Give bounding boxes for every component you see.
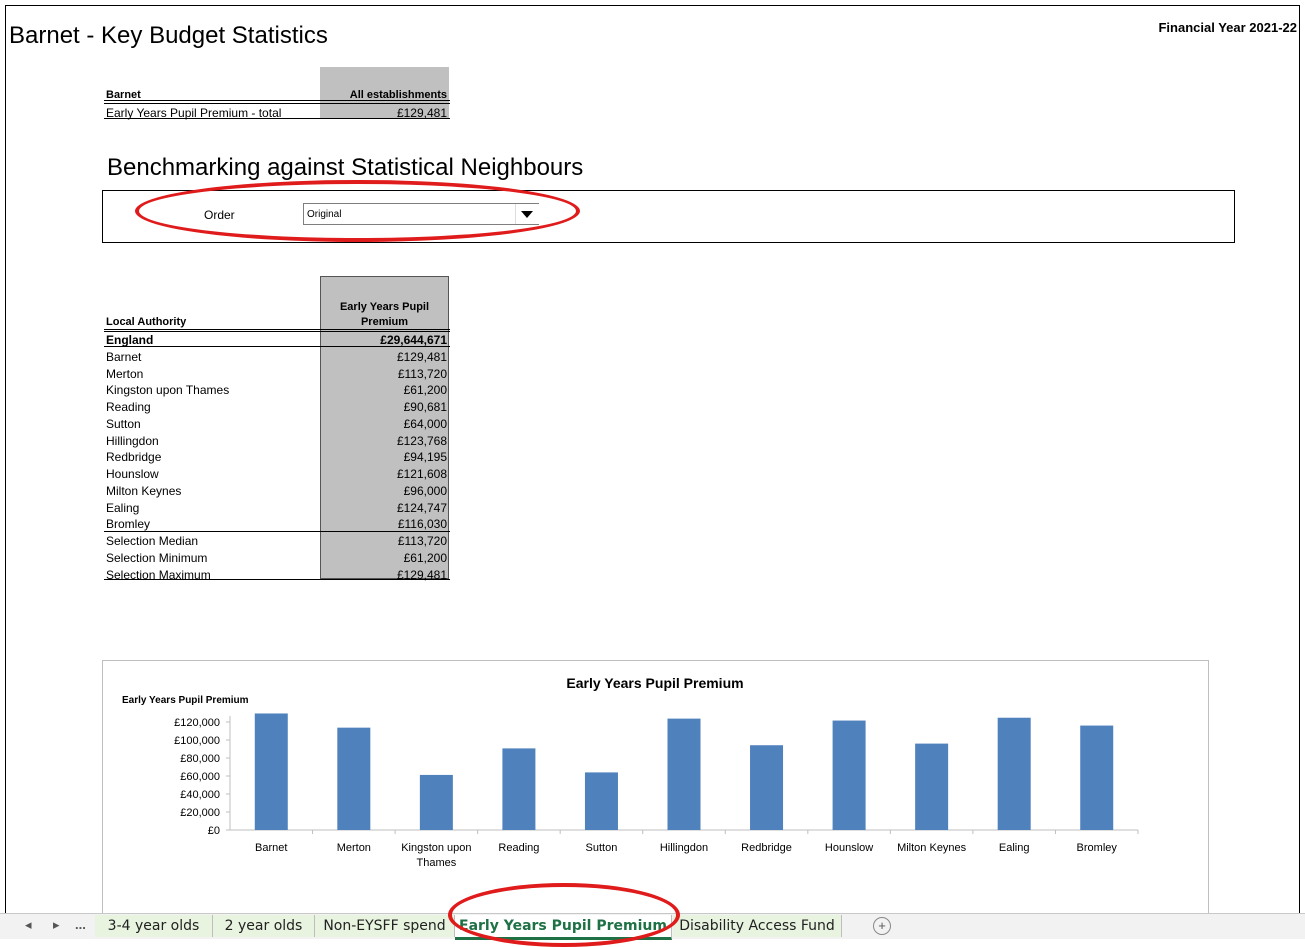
- table-rule: [104, 579, 450, 580]
- table-header-eypp-line1: Early Years Pupil: [339, 301, 430, 313]
- table-rule: [104, 531, 450, 532]
- table-row-value: £113,720: [397, 534, 447, 548]
- table-row-value: £94,195: [403, 450, 447, 465]
- table-row-value: £96,000: [403, 483, 447, 498]
- summary-rule: [104, 100, 450, 101]
- page-title: Barnet - Key Budget Statistics: [9, 22, 328, 49]
- table-header-eypp: Early Years Pupil Premium: [321, 300, 448, 330]
- more-sheets-button[interactable]: ...: [75, 917, 86, 932]
- table-row-label: Selection Median: [106, 534, 199, 548]
- table-row-value: £116,030: [397, 517, 447, 532]
- table-row-label: Reading: [106, 400, 151, 414]
- x-tick-label: Redbridge: [741, 842, 792, 854]
- bar: [502, 748, 536, 830]
- annotation-ellipse-tab: [448, 883, 680, 947]
- table-row-label: Milton Keynes: [106, 483, 182, 498]
- scroll-right-icon[interactable]: ▸: [53, 917, 60, 933]
- sheet-tab[interactable]: 2 year olds: [213, 915, 315, 937]
- bar: [419, 774, 453, 830]
- table-row-value: £90,681: [403, 400, 447, 414]
- table-row-label: Barnet: [106, 349, 142, 364]
- y-tick-label: £100,000: [174, 735, 220, 747]
- x-tick-label: Kingston upon: [401, 842, 471, 854]
- chart-ylabel: Early Years Pupil Premium: [122, 695, 249, 706]
- summary-rule: [104, 103, 450, 104]
- x-tick-label: Reading: [498, 842, 539, 854]
- table-header-la: Local Authority: [106, 316, 187, 328]
- sheet-tab[interactable]: Non-EYSFF spend: [315, 915, 455, 937]
- x-tick-label: Sutton: [586, 842, 618, 854]
- table-row-value: £124,747: [396, 500, 447, 515]
- x-tick-label: Barnet: [255, 842, 287, 854]
- x-tick-label: Bromley: [1077, 842, 1118, 854]
- bar: [337, 727, 371, 830]
- table-row-value: £123,768: [396, 433, 447, 448]
- bar: [997, 717, 1031, 830]
- table-rule: [104, 329, 450, 330]
- bar: [832, 720, 866, 830]
- x-tick-label: Hillingdon: [660, 842, 708, 854]
- bar: [254, 713, 288, 830]
- chart-title: Early Years Pupil Premium: [566, 675, 743, 691]
- table-rule: [104, 331, 450, 332]
- table-row-label: Kingston upon Thames: [106, 383, 230, 398]
- scroll-left-icon[interactable]: ◂: [25, 917, 32, 933]
- table-row-label: Hounslow: [106, 467, 159, 481]
- table-row-value: £64,000: [403, 416, 447, 431]
- bar-chart: Early Years Pupil Premium Early Years Pup…: [122, 675, 1139, 869]
- table-row-value: £29,644,671: [380, 333, 447, 347]
- table-rule: [104, 346, 450, 347]
- table-row-value: £61,200: [403, 383, 447, 398]
- table-row-label: Merton: [106, 366, 144, 381]
- bar: [1080, 725, 1114, 830]
- bar: [750, 745, 784, 830]
- table-row-label: Selection Minimum: [106, 550, 208, 565]
- table-row-label: Redbridge: [106, 450, 162, 465]
- y-tick-label: £0: [208, 825, 220, 837]
- annotation-ellipse-order: [135, 180, 580, 242]
- add-sheet-icon[interactable]: +: [873, 917, 891, 935]
- table-row-label: Bromley: [106, 517, 151, 532]
- table-row-value: £61,200: [403, 550, 447, 565]
- y-tick-label: £120,000: [174, 717, 220, 729]
- bar: [667, 718, 701, 830]
- table-row-label: Ealing: [106, 500, 140, 515]
- y-tick-label: £40,000: [180, 789, 220, 801]
- summary-rule: [104, 118, 450, 119]
- table-row-label: Hillingdon: [106, 433, 159, 448]
- table-row-value: £129,481: [396, 349, 447, 364]
- financial-year: Financial Year 2021-22: [1158, 20, 1297, 35]
- table-row-value: £121,608: [396, 467, 447, 481]
- sheet-tab[interactable]: 3-4 year olds: [95, 915, 213, 937]
- table-row-label: Sutton: [106, 416, 141, 431]
- x-tick-label: Hounslow: [825, 842, 873, 854]
- y-tick-label: £60,000: [180, 771, 220, 783]
- sheet-tab[interactable]: Disability Access Fund: [673, 915, 842, 937]
- table-row-label: England: [106, 333, 154, 347]
- bar: [915, 743, 949, 830]
- x-tick-label: Thames: [416, 857, 456, 869]
- x-tick-label: Merton: [337, 842, 371, 854]
- table-header-eypp-line2: Premium: [360, 316, 409, 328]
- y-tick-label: £20,000: [180, 807, 220, 819]
- benchmark-title: Benchmarking against Statistical Neighbo…: [107, 154, 584, 181]
- x-tick-label: Milton Keynes: [897, 842, 967, 854]
- table-row-value: £113,720: [397, 366, 447, 381]
- x-tick-label: Ealing: [999, 842, 1030, 854]
- bar: [584, 772, 618, 830]
- y-tick-label: £80,000: [180, 753, 220, 765]
